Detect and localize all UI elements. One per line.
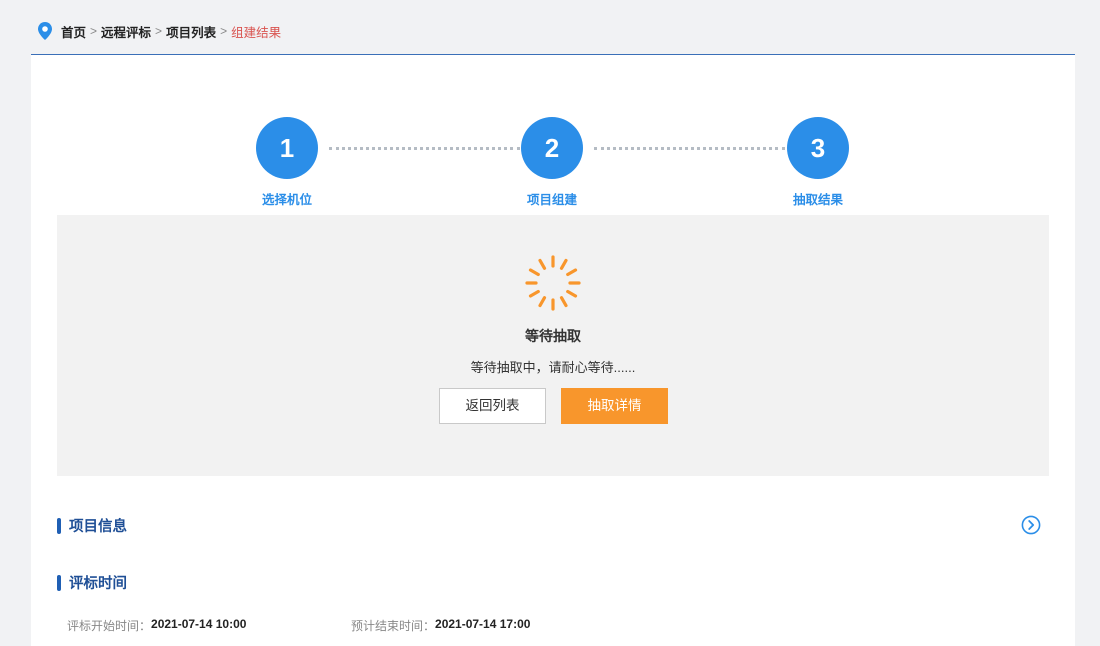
section-title: 项目信息 [69,519,127,535]
breadcrumb-separator: > [90,24,98,38]
section-project-info: 项目信息 [57,515,127,536]
step-number: 2 [521,117,583,179]
start-time-value: 2021-07-14 10:00 [151,617,247,631]
breadcrumb-separator: > [155,24,163,38]
chevron-circle-right-icon[interactable] [1021,515,1041,535]
step-number: 1 [256,117,318,179]
start-time-label: 评标开始时间： [67,619,152,633]
breadcrumb-current: 组建结果 [231,25,282,40]
step-label: 抽取结果 [792,193,843,207]
status-panel: 等待抽取 等待抽取中，请耐心等待...... 返回列表 抽取详情 [57,215,1049,476]
breadcrumb: 首页 > 远程评标 > 项目列表 > 组建结果 [38,22,281,40]
bid-start-time: 评标开始时间： 2021-07-14 10:00 [67,617,246,634]
breadcrumb-project-list[interactable]: 项目列表 [166,22,216,41]
step-progress: 1 选择机位 2 项目组建 3 抽取结果 [31,117,1075,217]
status-description: 等待抽取中，请耐心等待...... [470,360,636,375]
section-marker [57,517,61,534]
step-extract-result: 3 抽取结果 [768,117,868,208]
end-time-value: 2021-07-14 17:00 [435,617,531,631]
bid-end-time: 预计结束时间： 2021-07-14 17:00 [351,617,530,634]
back-to-list-button[interactable]: 返回列表 [439,388,546,424]
location-pin-icon [38,22,52,40]
status-title: 等待抽取 [525,328,581,344]
step-label: 项目组建 [526,193,577,207]
step-select-seat: 1 选择机位 [237,117,337,208]
extract-detail-button[interactable]: 抽取详情 [561,388,668,424]
breadcrumb-separator: > [220,24,228,38]
section-title: 评标时间 [69,576,127,592]
main-card: 1 选择机位 2 项目组建 3 抽取结果 等待抽取 等待抽取中，请耐心等待...… [31,54,1075,646]
section-bid-time: 评标时间 [57,572,127,593]
breadcrumb-remote-bid[interactable]: 远程评标 [101,22,151,41]
breadcrumb-home[interactable]: 首页 [61,22,86,41]
step-connector-1 [329,147,520,150]
loading-spinner-icon [525,255,581,311]
step-connector-2 [594,147,785,150]
step-label: 选择机位 [261,193,312,207]
section-marker [57,574,61,591]
step-number: 3 [787,117,849,179]
step-project-build: 2 项目组建 [502,117,602,208]
end-time-label: 预计结束时间： [351,619,436,633]
